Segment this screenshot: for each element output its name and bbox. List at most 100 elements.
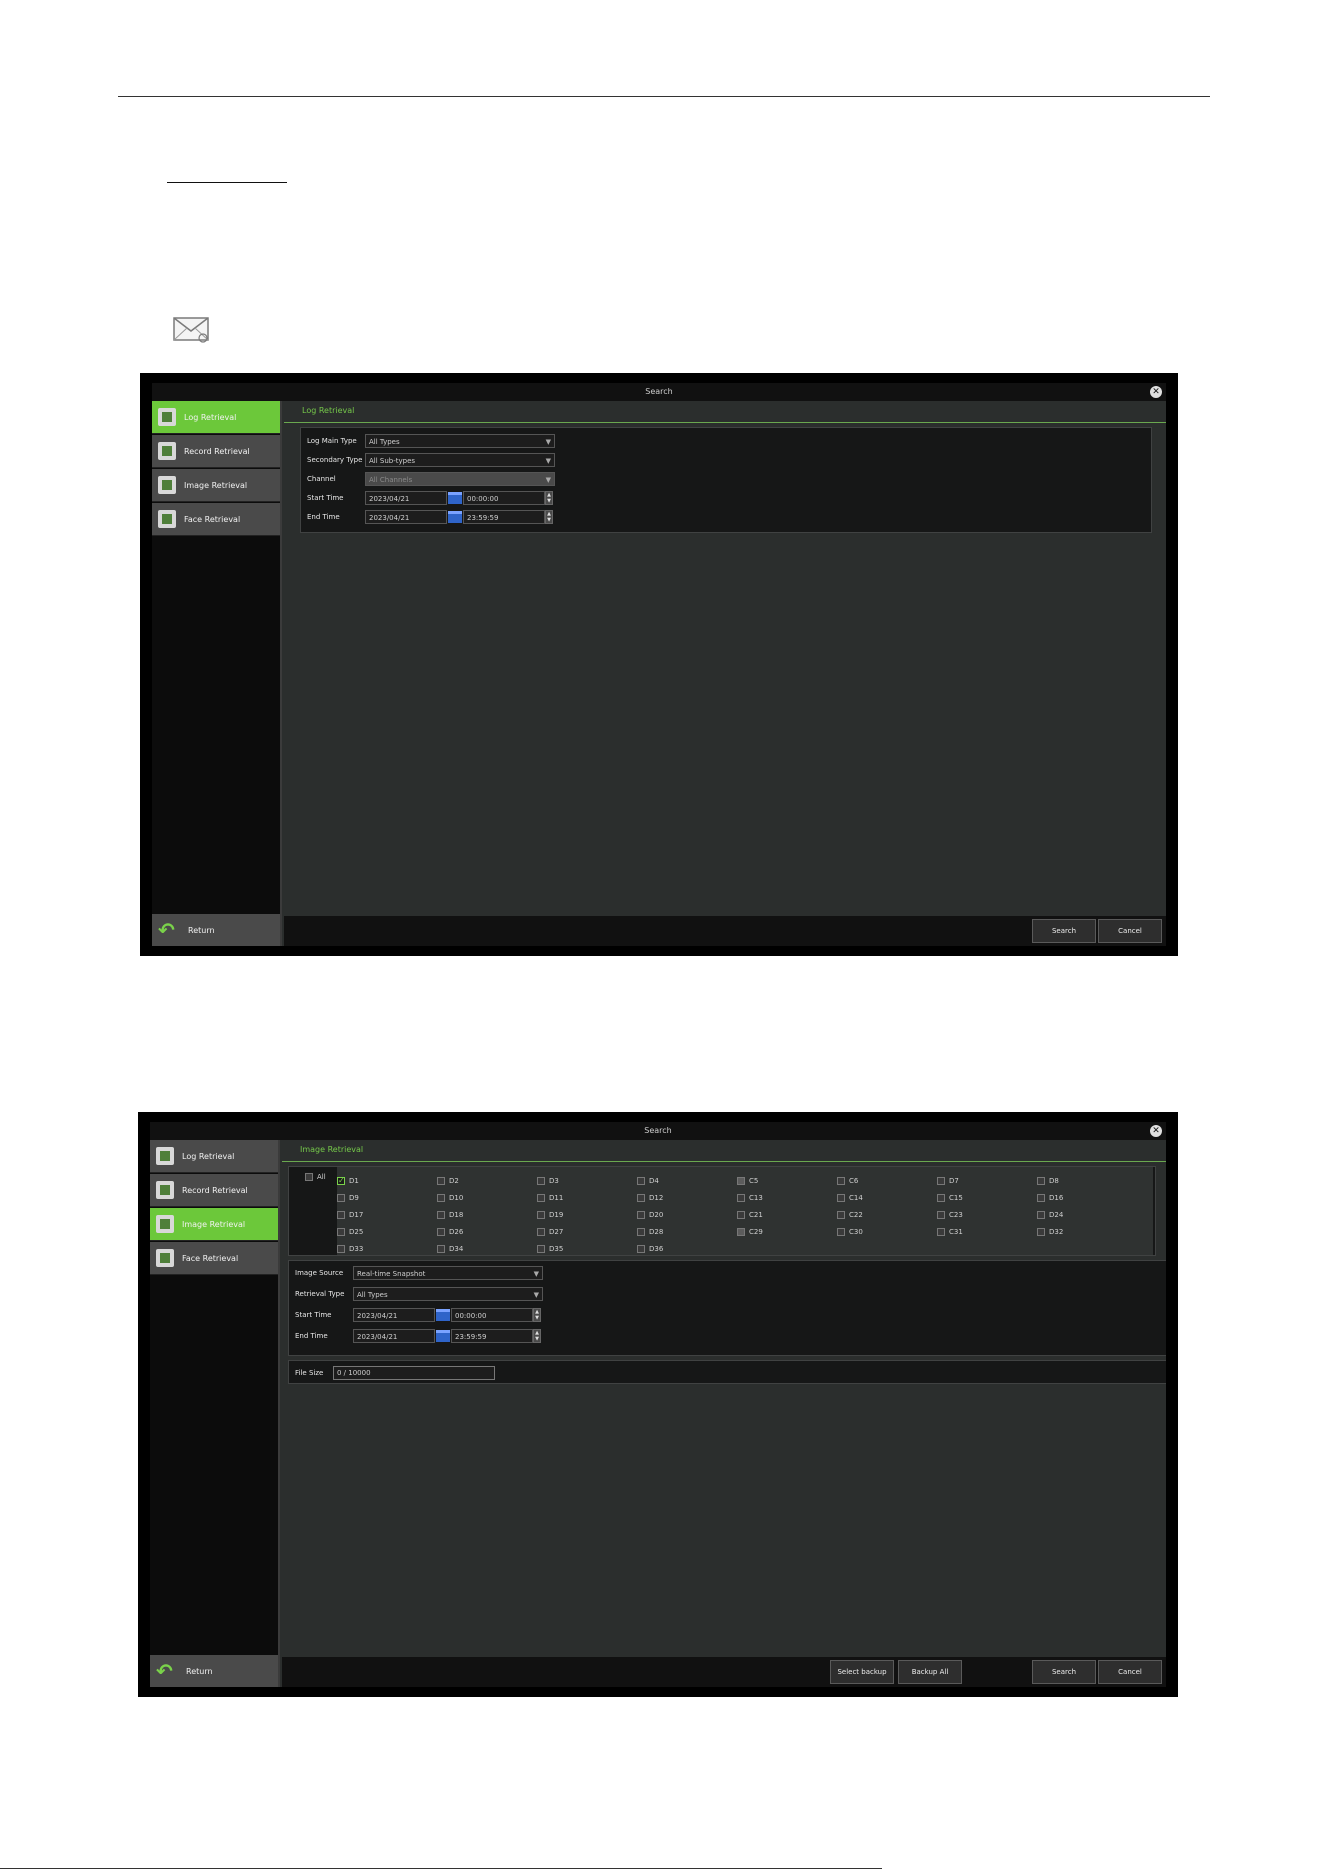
return-button[interactable]: ↶ Return (152, 914, 280, 946)
sidebar-item-label: Image Retrieval (182, 1219, 246, 1229)
channel-checkbox[interactable]: D27 (537, 1224, 563, 1240)
image-source-select[interactable]: Real-time Snapshot ▼ (353, 1266, 543, 1280)
backup-all-button[interactable]: Backup All (898, 1660, 962, 1684)
checkbox (637, 1245, 645, 1253)
search-button[interactable]: Search (1032, 1660, 1096, 1684)
channel-checkbox[interactable]: C30 (837, 1224, 863, 1240)
start-time-input[interactable]: 00:00:00 (451, 1308, 533, 1322)
channel-checkbox[interactable]: D7 (937, 1173, 959, 1189)
channel-checkbox[interactable]: D20 (637, 1207, 663, 1223)
channel-checkbox[interactable]: D34 (437, 1241, 463, 1257)
checkbox (737, 1211, 745, 1219)
end-date-input[interactable]: 2023/04/21 (365, 510, 447, 524)
channel-checkbox[interactable]: C29 (737, 1224, 763, 1240)
channel-label: D11 (549, 1194, 564, 1202)
channel-checkbox[interactable]: D25 (337, 1224, 363, 1240)
calendar-icon[interactable] (448, 511, 462, 523)
checkbox (837, 1228, 845, 1236)
retrieval-type-select[interactable]: All Types ▼ (353, 1287, 543, 1301)
return-label: Return (186, 1666, 213, 1676)
channel-checkbox[interactable]: C21 (737, 1207, 763, 1223)
return-button[interactable]: ↶ Return (150, 1655, 278, 1687)
channel-checkbox[interactable]: C14 (837, 1190, 863, 1206)
sidebar-item-face-retrieval[interactable]: Face Retrieval (150, 1242, 278, 1275)
file-size-label: File Size (295, 1369, 324, 1377)
channel-checkbox[interactable]: D9 (337, 1190, 359, 1206)
select-all-checkbox[interactable]: All (305, 1169, 326, 1185)
channel-checkbox[interactable]: C15 (937, 1190, 963, 1206)
channel-checkbox[interactable]: D26 (437, 1224, 463, 1240)
close-icon[interactable]: ✕ (1150, 1125, 1162, 1137)
main-type-select[interactable]: All Types ▼ (365, 434, 555, 448)
end-time-input[interactable]: 23:59:59 (463, 510, 545, 524)
checkbox (737, 1177, 745, 1185)
end-time-label: End Time (295, 1332, 328, 1340)
calendar-icon[interactable] (448, 492, 462, 504)
channel-label: D24 (1049, 1211, 1064, 1219)
calendar-icon[interactable] (436, 1309, 450, 1321)
channel-checkbox[interactable]: D11 (537, 1190, 563, 1206)
cancel-button[interactable]: Cancel (1098, 919, 1162, 943)
start-time-label: Start Time (307, 494, 344, 502)
checkbox (1037, 1194, 1045, 1202)
channel-checkbox[interactable]: D35 (537, 1241, 563, 1257)
sidebar-item-image-retrieval[interactable]: Image Retrieval (150, 1208, 278, 1241)
channel-checkbox[interactable]: D17 (337, 1207, 363, 1223)
channel-checkbox[interactable]: D36 (637, 1241, 663, 1257)
start-date-input[interactable]: 2023/04/21 (353, 1308, 435, 1322)
channel-checkbox[interactable]: D4 (637, 1173, 659, 1189)
channel-checkbox[interactable]: C13 (737, 1190, 763, 1206)
channel-checkbox[interactable]: C6 (837, 1173, 858, 1189)
channel-checkbox[interactable]: ✓ D1 (337, 1173, 359, 1189)
time-spinner[interactable]: ▲ ▼ (545, 510, 553, 524)
channel-label: C31 (949, 1228, 963, 1236)
sidebar-item-image-retrieval[interactable]: Image Retrieval (152, 469, 280, 502)
sidebar-item-record-retrieval[interactable]: Record Retrieval (150, 1174, 278, 1207)
calendar-icon[interactable] (436, 1330, 450, 1342)
channel-label: C5 (749, 1177, 759, 1185)
main-type-label: Log Main Type (307, 437, 357, 445)
start-time-input[interactable]: 00:00:00 (463, 491, 545, 505)
channel-checkbox[interactable]: C5 (737, 1173, 758, 1189)
channel-select[interactable]: All Channels ▼ (365, 472, 555, 486)
channel-checkbox[interactable]: D10 (437, 1190, 463, 1206)
record-icon (156, 1181, 174, 1199)
secondary-type-select[interactable]: All Sub-types ▼ (365, 453, 555, 467)
time-spinner[interactable]: ▲ ▼ (533, 1329, 541, 1343)
sidebar-item-face-retrieval[interactable]: Face Retrieval (152, 503, 280, 536)
chevron-down-icon: ▼ (533, 1270, 539, 1278)
channel-checkbox[interactable]: D32 (1037, 1224, 1063, 1240)
cancel-button[interactable]: Cancel (1098, 1660, 1162, 1684)
channel-checkbox[interactable]: D2 (437, 1173, 459, 1189)
end-time-input[interactable]: 23:59:59 (451, 1329, 533, 1343)
checkbox (837, 1177, 845, 1185)
checkbox (637, 1194, 645, 1202)
channel-checkbox[interactable]: C23 (937, 1207, 963, 1223)
end-date-input[interactable]: 2023/04/21 (353, 1329, 435, 1343)
channel-checkbox[interactable]: D8 (1037, 1173, 1059, 1189)
channel-checkbox[interactable]: D12 (637, 1190, 663, 1206)
end-time-row: End Time 2023/04/21 23:59:59 ▲ ▼ (295, 1328, 541, 1344)
channel-label: D2 (449, 1177, 459, 1185)
sidebar-item-log-retrieval[interactable]: Log Retrieval (150, 1140, 278, 1173)
sidebar-item-log-retrieval[interactable]: Log Retrieval (152, 401, 280, 434)
channel-checkbox[interactable]: D18 (437, 1207, 463, 1223)
time-spinner[interactable]: ▲ ▼ (533, 1308, 541, 1322)
time-spinner[interactable]: ▲ ▼ (545, 491, 553, 505)
start-date-input[interactable]: 2023/04/21 (365, 491, 447, 505)
channel-checkbox[interactable]: D19 (537, 1207, 563, 1223)
channel-checkbox[interactable]: D3 (537, 1173, 559, 1189)
channel-checkbox[interactable]: D24 (1037, 1207, 1063, 1223)
file-size-field[interactable]: 0 / 10000 (333, 1366, 495, 1380)
select-backup-button[interactable]: Select backup (830, 1660, 894, 1684)
checkbox (1037, 1177, 1045, 1185)
close-icon[interactable]: ✕ (1150, 386, 1162, 398)
channel-checkbox[interactable]: D33 (337, 1241, 363, 1257)
channel-checkbox[interactable]: C31 (937, 1224, 963, 1240)
section-title: Image Retrieval (282, 1140, 1166, 1162)
channel-checkbox[interactable]: C22 (837, 1207, 863, 1223)
sidebar-item-record-retrieval[interactable]: Record Retrieval (152, 435, 280, 468)
channel-checkbox[interactable]: D16 (1037, 1190, 1063, 1206)
channel-checkbox[interactable]: D28 (637, 1224, 663, 1240)
search-button[interactable]: Search (1032, 919, 1096, 943)
